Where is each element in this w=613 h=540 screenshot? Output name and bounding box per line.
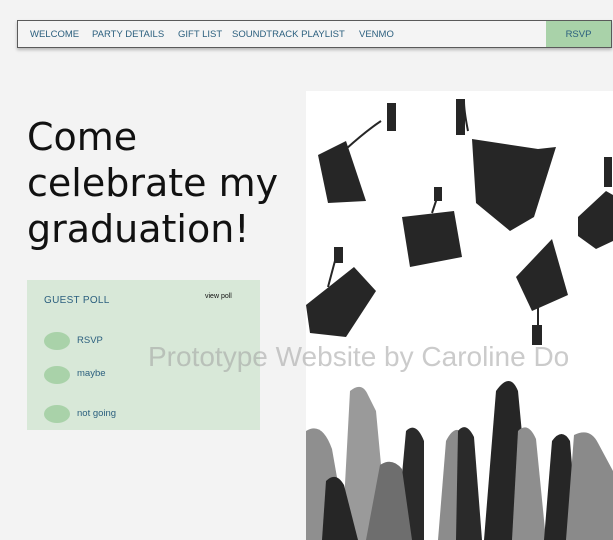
nav-welcome[interactable]: WELCOME xyxy=(30,21,79,47)
poll-option-rsvp-label[interactable]: RSVP xyxy=(77,335,103,346)
top-nav-bar: WELCOME PARTY DETAILS GIFT LIST SOUNDTRA… xyxy=(17,20,612,48)
nav-gift-list[interactable]: GIFT LIST xyxy=(178,21,222,47)
graduation-cap-icon xyxy=(306,247,376,337)
graduation-cap-icon xyxy=(318,103,396,203)
nav-venmo[interactable]: VENMO xyxy=(359,21,394,47)
graduation-cap-icon xyxy=(402,187,462,267)
nav-soundtrack-playlist[interactable]: SOUNDTRACK PLAYLIST xyxy=(232,21,345,47)
graduation-cap-icon xyxy=(516,239,568,345)
graduation-hero-image xyxy=(306,91,613,540)
poll-option-not-going-label[interactable]: not going xyxy=(77,408,116,419)
poll-option-not-going-radio[interactable] xyxy=(44,405,70,423)
graduation-cap-icon xyxy=(456,99,556,231)
poll-option-rsvp-radio[interactable] xyxy=(44,332,70,350)
prototype-watermark: Prototype Website by Caroline Do xyxy=(148,341,570,372)
nav-rsvp-button[interactable]: RSVP xyxy=(546,21,611,47)
raised-hands-crowd xyxy=(306,381,613,540)
poll-option-maybe-radio[interactable] xyxy=(44,366,70,384)
graduation-illustration xyxy=(306,99,613,540)
poll-option-maybe-label[interactable]: maybe xyxy=(77,368,106,379)
graduation-cap-icon xyxy=(578,157,613,249)
nav-party-details[interactable]: PARTY DETAILS xyxy=(92,21,164,47)
view-poll-link[interactable]: view poll xyxy=(205,293,232,300)
page-headline: Come celebrate my graduation! xyxy=(27,115,279,251)
poll-title: GUEST POLL xyxy=(44,295,110,306)
